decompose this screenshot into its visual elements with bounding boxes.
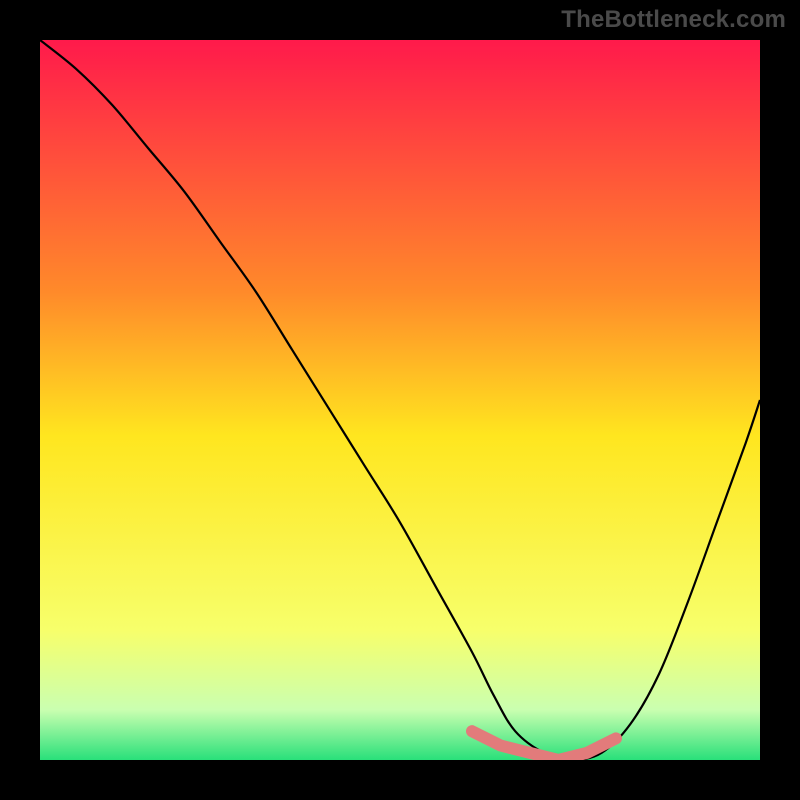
chart-svg [40,40,760,760]
chart-stage: TheBottleneck.com [0,0,800,800]
plot-area [40,40,760,760]
watermark-text: TheBottleneck.com [561,6,786,34]
